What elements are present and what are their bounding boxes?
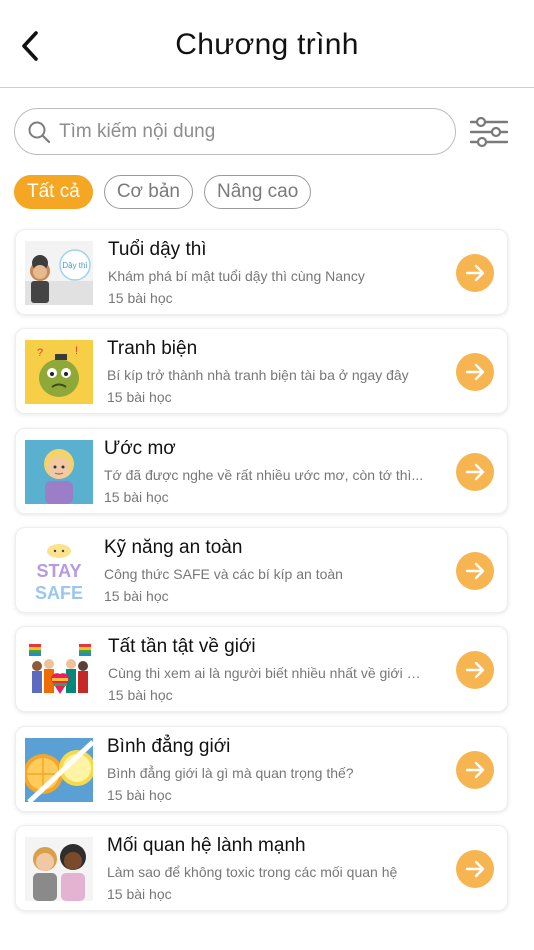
lesson-thumbnail-gender <box>25 638 93 702</box>
lesson-thumbnail-equality <box>25 738 93 802</box>
thumb-text: SAFE <box>35 583 83 603</box>
thumb-text: Dậy thì <box>62 261 87 270</box>
open-lesson-button[interactable] <box>456 651 494 689</box>
lesson-card[interactable]: ? ! Tranh biện Bí kíp trở thành nhà tran… <box>15 328 508 414</box>
lesson-description: Làm sao để không toxic trong các mối qua… <box>107 864 398 880</box>
lesson-description: Khám phá bí mật tuổi dậy thì cùng Nancy <box>108 268 365 284</box>
filter-settings-button[interactable] <box>466 112 512 152</box>
lesson-description: Bình đẳng giới là gì mà quan trọng thế? <box>107 765 354 781</box>
lesson-thumbnail-safety: STAY SAFE <box>25 539 93 603</box>
lesson-description: Cùng thi xem ai là người biết nhiều nhất… <box>108 665 428 681</box>
chip-advanced[interactable]: Nâng cao <box>203 175 312 209</box>
arrow-right-icon <box>465 264 485 282</box>
lesson-card[interactable]: Dậy thì Tuổi dậy thì Khám phá bí mật tuổ… <box>15 229 508 315</box>
svg-text:?: ? <box>37 347 43 359</box>
lesson-count: 15 bài học <box>108 290 173 306</box>
lesson-description: Bí kíp trở thành nhà tranh biện tài ba ở… <box>107 367 409 383</box>
lesson-count: 15 bài học <box>104 489 169 505</box>
lesson-title: Mối quan hệ lành mạnh <box>107 835 306 856</box>
lesson-title: Tuổi dậy thì <box>108 239 207 260</box>
arrow-right-icon <box>465 363 485 381</box>
chip-all[interactable]: Tất cả <box>14 175 93 209</box>
lesson-title: Ước mơ <box>104 438 176 459</box>
open-lesson-button[interactable] <box>456 353 494 391</box>
lesson-card[interactable]: Mối quan hệ lành mạnh Làm sao để không t… <box>15 825 508 911</box>
top-bar: Chương trình <box>0 0 534 88</box>
chip-basic[interactable]: Cơ bản <box>103 175 193 209</box>
arrow-right-icon <box>465 860 485 878</box>
filter-chips: Tất cả Cơ bản Nâng cao <box>14 175 312 211</box>
search-icon <box>28 121 51 143</box>
arrow-right-icon <box>465 661 485 679</box>
lesson-description: Công thức SAFE và các bí kíp an toàn <box>104 566 343 582</box>
page-title: Chương trình <box>175 28 359 61</box>
open-lesson-button[interactable] <box>456 453 494 491</box>
lesson-card[interactable]: Ước mơ Tớ đã được nghe về rất nhiều ước … <box>15 428 508 514</box>
lesson-count: 15 bài học <box>107 389 172 405</box>
lesson-title: Bình đẳng giới <box>107 736 231 757</box>
lesson-card[interactable]: STAY SAFE Kỹ năng an toàn Công thức SAFE… <box>15 527 508 613</box>
lesson-thumbnail-relationship <box>25 837 93 901</box>
lesson-thumbnail-debate: ? ! <box>25 340 93 404</box>
lesson-thumbnail-dream <box>25 440 93 504</box>
lesson-count: 15 bài học <box>107 886 172 902</box>
svg-text:!: ! <box>75 345 78 357</box>
open-lesson-button[interactable] <box>456 751 494 789</box>
open-lesson-button[interactable] <box>456 552 494 590</box>
arrow-right-icon <box>465 463 485 481</box>
open-lesson-button[interactable] <box>456 254 494 292</box>
lesson-count: 15 bài học <box>107 787 172 803</box>
lesson-card[interactable]: Bình đẳng giới Bình đẳng giới là gì mà q… <box>15 726 508 812</box>
lesson-title: Tất tần tật về giới <box>108 636 256 657</box>
arrow-right-icon <box>465 761 485 779</box>
lesson-count: 15 bài học <box>108 687 173 703</box>
lesson-title: Kỹ năng an toàn <box>104 537 243 558</box>
lesson-thumbnail-puberty: Dậy thì <box>25 241 93 305</box>
open-lesson-button[interactable] <box>456 850 494 888</box>
search-bar[interactable] <box>14 108 456 155</box>
sliders-icon <box>469 116 509 148</box>
lesson-card[interactable]: Tất tần tật về giới Cùng thi xem ai là n… <box>15 626 508 712</box>
lesson-title: Tranh biện <box>107 338 198 359</box>
arrow-right-icon <box>465 562 485 580</box>
thumb-text: STAY <box>36 561 81 581</box>
lesson-count: 15 bài học <box>104 588 169 604</box>
lesson-description: Tớ đã được nghe về rất nhiều ước mơ, còn… <box>104 467 424 483</box>
search-input[interactable] <box>59 120 419 143</box>
